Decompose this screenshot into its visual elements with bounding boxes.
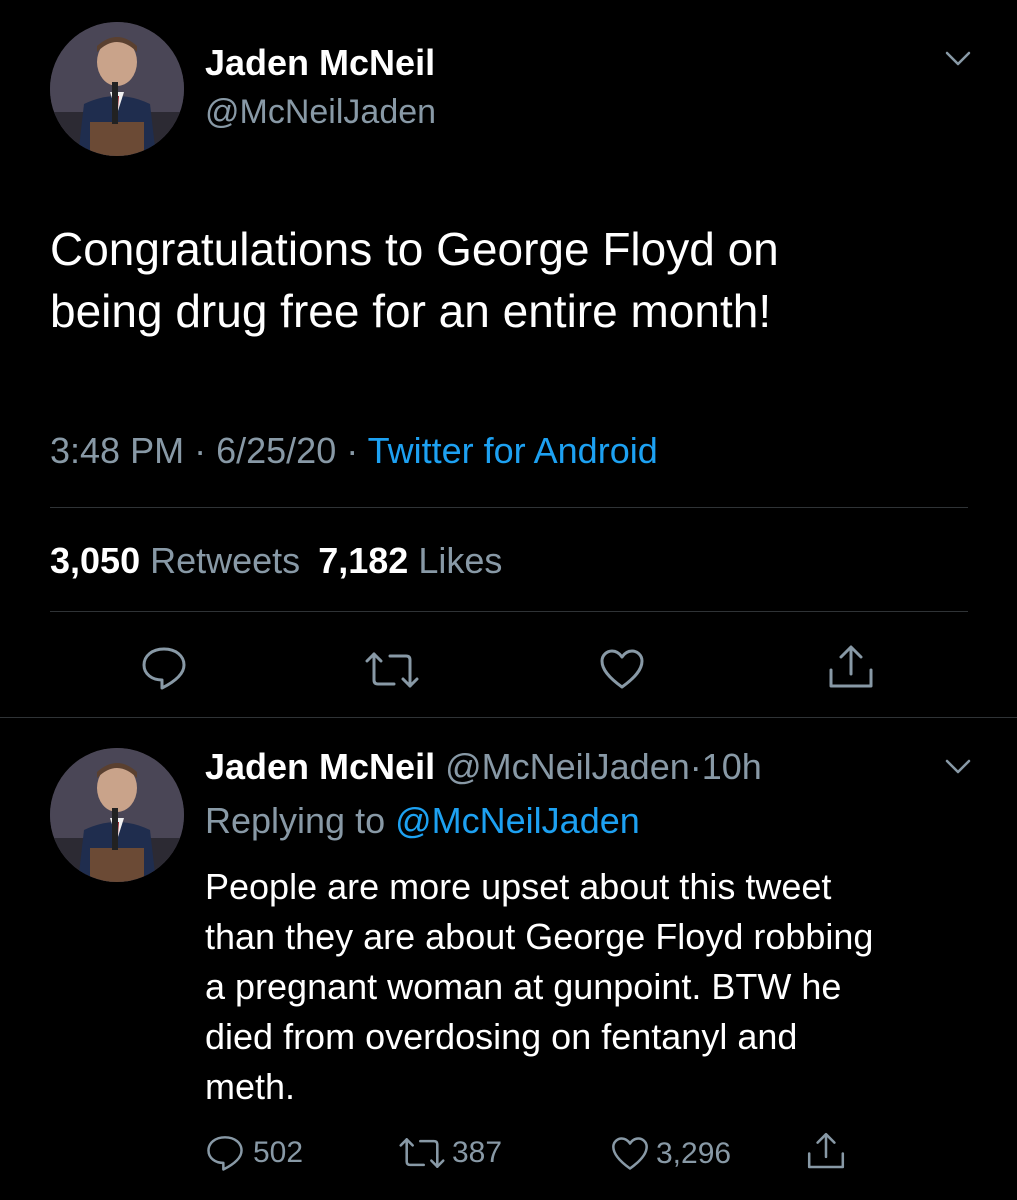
tweet-date[interactable]: 6/25/20 [216, 430, 336, 471]
retweet-icon[interactable] [364, 650, 420, 690]
divider [50, 611, 968, 612]
replying-to: Replying to @McNeilJaden [205, 800, 640, 842]
share-icon[interactable] [826, 642, 876, 692]
replying-to-link[interactable]: @McNeilJaden [395, 800, 640, 841]
reply-icon [205, 1134, 245, 1172]
like-icon [610, 1135, 650, 1172]
like-count: 3,296 [656, 1136, 732, 1170]
tweet-text: Congratulations to George Floyd on being… [50, 218, 990, 342]
reply-share-icon[interactable] [805, 1130, 847, 1172]
reply-action-like[interactable]: 3,296 [610, 1135, 731, 1172]
likes-label: Likes [418, 540, 503, 581]
reply-text-line: than they are about George Floyd robbing [205, 916, 874, 957]
reply-author-name[interactable]: Jaden McNeil [205, 746, 435, 787]
reply-text-line: meth. [205, 1066, 296, 1107]
likes-count: 7,182 [318, 540, 409, 581]
reply-action-reply[interactable]: 502 [205, 1134, 303, 1172]
reply-icon[interactable] [140, 645, 188, 691]
tweet-text-line: being drug free for an entire month! [50, 285, 772, 337]
author-handle[interactable]: @McNeilJaden [205, 93, 436, 132]
chevron-down-icon[interactable] [944, 50, 972, 68]
retweets-count: 3,050 [50, 540, 141, 581]
reply-text-line: People are more upset about this tweet [205, 866, 832, 907]
retweets-label: Retweets [150, 540, 301, 581]
retweet-icon [398, 1136, 446, 1170]
replying-to-label: Replying to [205, 800, 386, 841]
reply-header: Jaden McNeil @McNeilJaden·10h [205, 746, 762, 788]
reply-count: 502 [253, 1136, 304, 1169]
tweet-text-line: Congratulations to George Floyd on [50, 223, 779, 275]
reply-text-line: died from overdosing on fentanyl and [205, 1016, 798, 1057]
author-name[interactable]: Jaden McNeil [205, 42, 435, 84]
reply-time[interactable]: 10h [702, 746, 762, 787]
reply-action-retweet[interactable]: 387 [398, 1136, 502, 1170]
likes-stat[interactable]: 7,182 Likes [318, 540, 502, 581]
divider [0, 717, 1017, 718]
avatar[interactable] [50, 22, 184, 156]
retweet-count: 387 [452, 1136, 503, 1169]
separator: · [194, 430, 207, 471]
divider [50, 507, 968, 508]
reply-chevron-down-icon[interactable] [944, 758, 972, 776]
like-icon[interactable] [598, 647, 646, 691]
engagement-counts: 3,050 Retweets 7,182 Likes [50, 540, 502, 582]
reply-author-handle[interactable]: @McNeilJaden [445, 746, 690, 787]
reply-text: People are more upset about this tweet t… [205, 862, 995, 1112]
reply-text-line: a pregnant woman at gunpoint. BTW he [205, 966, 842, 1007]
tweet-source-link[interactable]: Twitter for Android [368, 430, 658, 471]
separator: · [689, 746, 702, 787]
reply-avatar[interactable] [50, 748, 184, 882]
separator: · [346, 430, 359, 471]
tweet-meta: 3:48 PM · 6/25/20 · Twitter for Android [50, 430, 658, 472]
retweets-stat[interactable]: 3,050 Retweets [50, 540, 300, 581]
tweet-time[interactable]: 3:48 PM [50, 430, 184, 471]
